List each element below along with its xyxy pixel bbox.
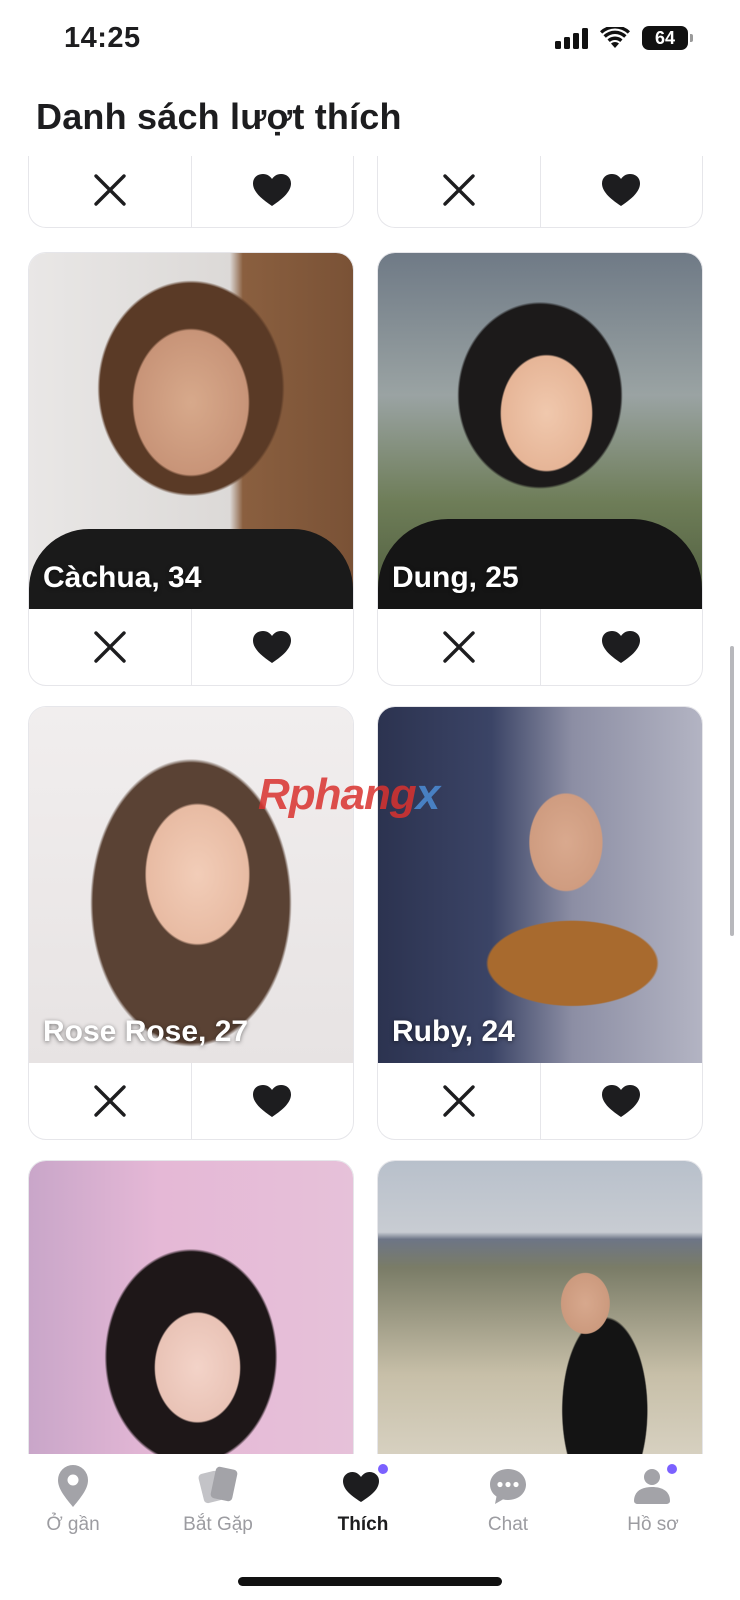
like-button[interactable] [539, 1063, 703, 1139]
heart-icon [602, 1085, 641, 1117]
profile-photo[interactable]: Càchua, 34 [29, 253, 353, 609]
dislike-button[interactable] [378, 156, 540, 227]
tab-profile[interactable]: Hồ sơ [593, 1464, 713, 1536]
status-bar: 14:25 64 [0, 0, 740, 82]
profile-photo[interactable]: Rose Rose, 27 [29, 707, 353, 1063]
location-pin-icon [58, 1465, 88, 1507]
tab-label: Hồ sơ [627, 1514, 679, 1535]
tab-label: Thích [337, 1514, 389, 1535]
close-icon [443, 1085, 475, 1117]
dislike-button[interactable] [378, 1063, 540, 1139]
battery-icon: 64 [642, 26, 693, 50]
profile-name: Ruby, 24 [392, 1015, 515, 1048]
like-button[interactable] [190, 156, 354, 227]
like-card-partial-left [28, 156, 354, 228]
dislike-button[interactable] [29, 156, 191, 227]
like-card[interactable] [377, 1160, 703, 1454]
profile-photo[interactable]: Ruby, 24 [378, 707, 702, 1063]
like-button[interactable] [190, 1063, 354, 1139]
tab-chat[interactable]: Chat [448, 1464, 568, 1536]
like-card[interactable]: Dung, 25 [377, 252, 703, 686]
likes-list[interactable]: Càchua, 34 Dung, 25 Rose Rose, 27 Ruby, … [0, 156, 740, 1454]
profile-name: Càchua, 34 [43, 561, 202, 594]
home-indicator [238, 1577, 502, 1586]
page-title: Danh sách lượt thích [36, 96, 402, 137]
close-icon [443, 174, 475, 206]
notification-dot [378, 1464, 388, 1474]
close-icon [94, 1085, 126, 1117]
like-button[interactable] [190, 609, 354, 685]
tab-label: Chat [487, 1514, 529, 1535]
tab-encounters[interactable]: Bắt Gặp [158, 1464, 278, 1536]
profile-photo[interactable] [29, 1161, 353, 1454]
heart-icon [602, 174, 641, 206]
like-button[interactable] [539, 609, 703, 685]
like-card[interactable] [28, 1160, 354, 1454]
cellular-signal-icon [555, 27, 588, 49]
close-icon [94, 174, 126, 206]
cards-icon [198, 1466, 238, 1504]
status-time: 14:25 [64, 22, 141, 54]
heart-icon [602, 631, 641, 663]
wifi-icon [600, 27, 630, 48]
heart-icon [253, 1085, 292, 1117]
tab-likes[interactable]: Thích [303, 1464, 423, 1536]
like-button[interactable] [539, 156, 703, 227]
profile-name: Dung, 25 [392, 561, 519, 594]
tab-nearby[interactable]: Ở gần [13, 1464, 133, 1536]
like-card[interactable]: Ruby, 24 [377, 706, 703, 1140]
tab-label: Ở gần [46, 1514, 100, 1535]
dislike-button[interactable] [29, 1063, 191, 1139]
like-card-partial-right [377, 156, 703, 228]
chat-bubble-icon [490, 1469, 526, 1504]
scrollbar[interactable] [730, 646, 734, 936]
like-card[interactable]: Càchua, 34 [28, 252, 354, 686]
profile-photo[interactable] [378, 1161, 702, 1454]
close-icon [443, 631, 475, 663]
dislike-button[interactable] [29, 609, 191, 685]
dislike-button[interactable] [378, 609, 540, 685]
tab-label: Bắt Gặp [183, 1514, 253, 1535]
profile-photo[interactable]: Dung, 25 [378, 253, 702, 609]
close-icon [94, 631, 126, 663]
heart-icon [253, 174, 292, 206]
notification-dot [667, 1464, 677, 1474]
like-card[interactable]: Rose Rose, 27 [28, 706, 354, 1140]
heart-icon [253, 631, 292, 663]
profile-name: Rose Rose, 27 [43, 1015, 249, 1048]
status-icons: 64 [555, 26, 693, 50]
